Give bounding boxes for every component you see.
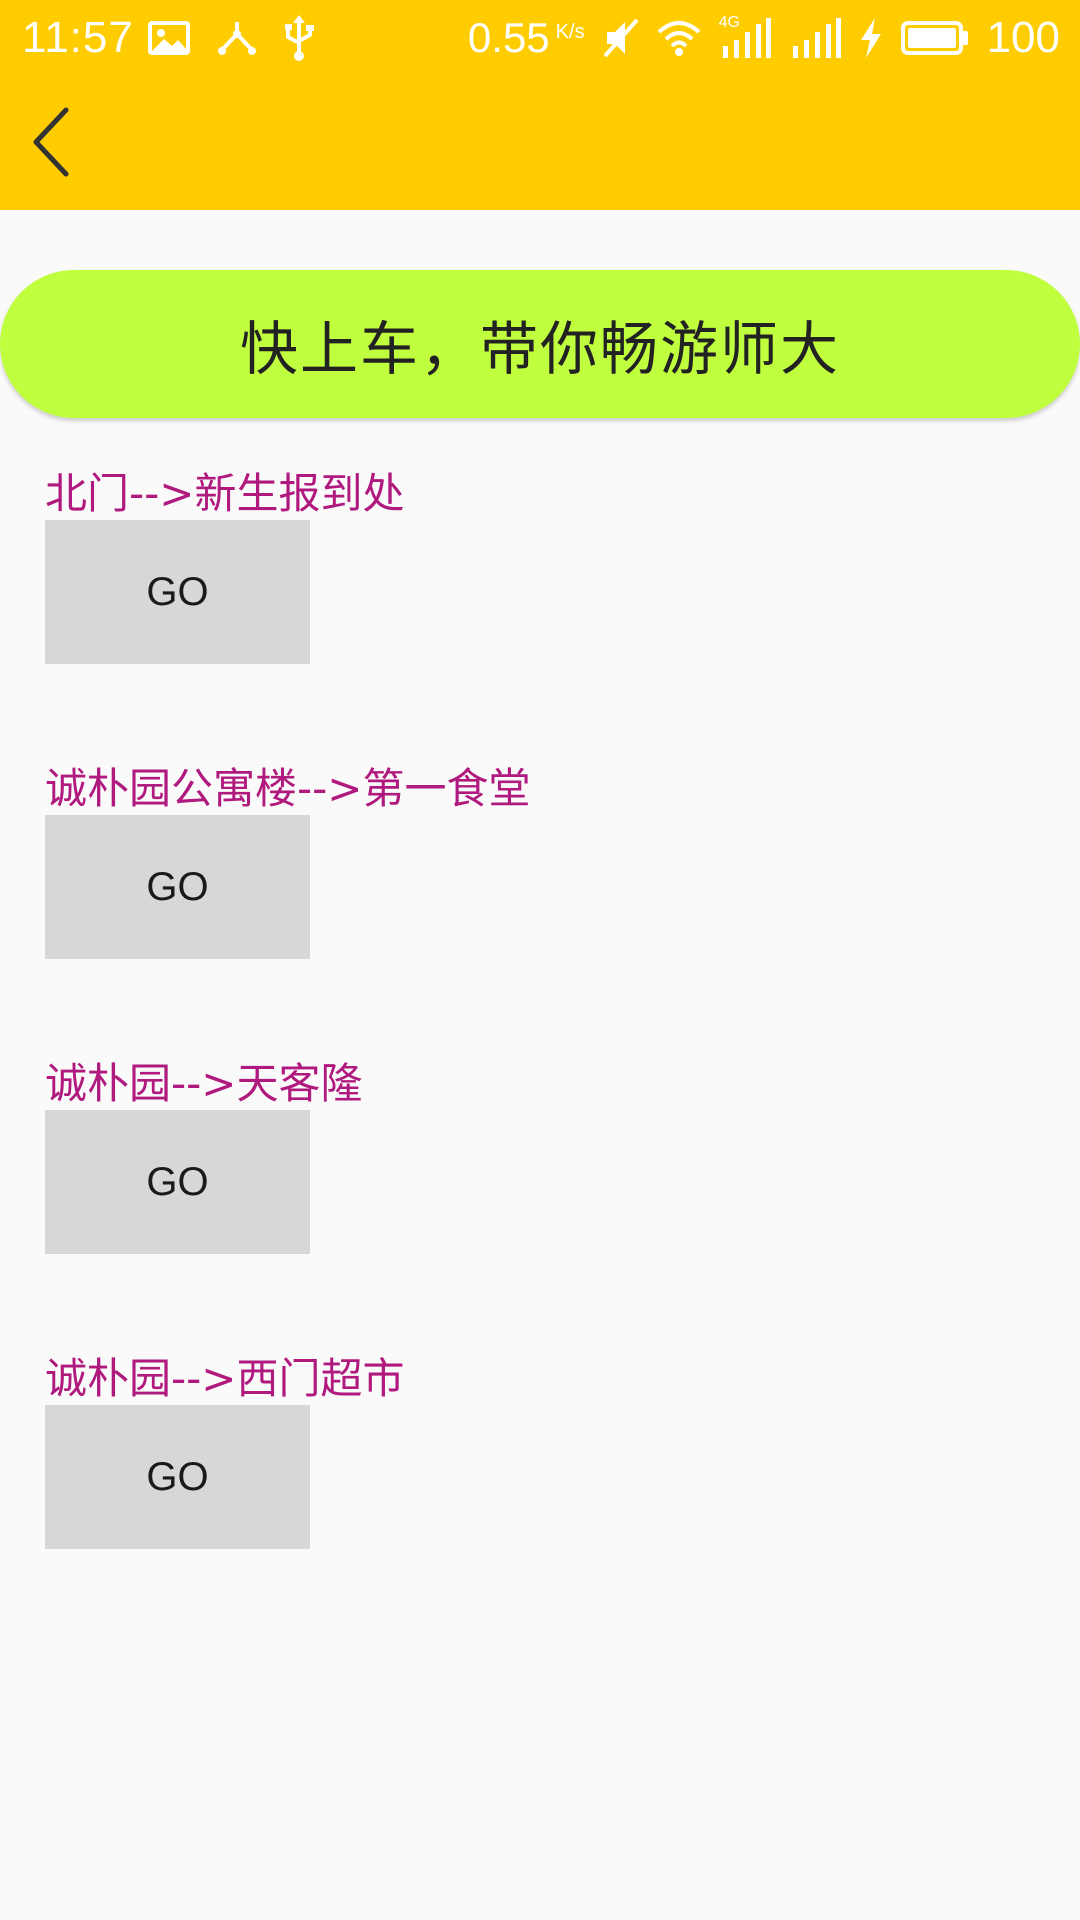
go-button[interactable]: GO [45, 1405, 310, 1549]
route-label: 北门-->新生报到处 [45, 469, 405, 518]
chevron-left-icon [22, 107, 86, 188]
status-time: 11:57 [22, 13, 134, 62]
app-bar: 11:57 0.55 K/s 4G 100 [0, 0, 1080, 210]
network-speed: 0.55 K/s [468, 10, 585, 66]
banner-title: 快上车，带你畅游师大 [239, 315, 840, 383]
go-button[interactable]: GO [45, 815, 310, 959]
network-type: 4G [718, 14, 740, 31]
status-notification-icons [148, 14, 314, 62]
share-icon [216, 20, 258, 56]
back-button[interactable] [22, 100, 86, 184]
charging-icon [859, 18, 883, 58]
wifi-icon [657, 20, 701, 56]
signal-icon [789, 16, 841, 60]
usb-icon [284, 15, 314, 61]
route-label: 诚朴园公寓楼-->第一食堂 [45, 764, 531, 813]
route-label: 诚朴园-->天客隆 [45, 1059, 363, 1108]
signal-4g-icon: 4G [718, 14, 771, 60]
mute-icon [603, 18, 639, 58]
status-bar: 11:57 0.55 K/s 4G 100 [0, 0, 1080, 75]
network-speed-unit: K/s [555, 21, 585, 43]
battery-icon [900, 21, 969, 55]
battery-level: 100 [986, 13, 1060, 62]
route-label: 诚朴园-->西门超市 [45, 1354, 405, 1403]
go-button[interactable]: GO [45, 1110, 310, 1254]
promo-banner: 快上车，带你畅游师大 [0, 270, 1080, 418]
status-system-icons: 0.55 K/s 4G 100 [468, 10, 1060, 66]
network-speed-value: 0.55 [467, 14, 550, 61]
go-button[interactable]: GO [45, 520, 310, 664]
image-icon [148, 21, 190, 55]
